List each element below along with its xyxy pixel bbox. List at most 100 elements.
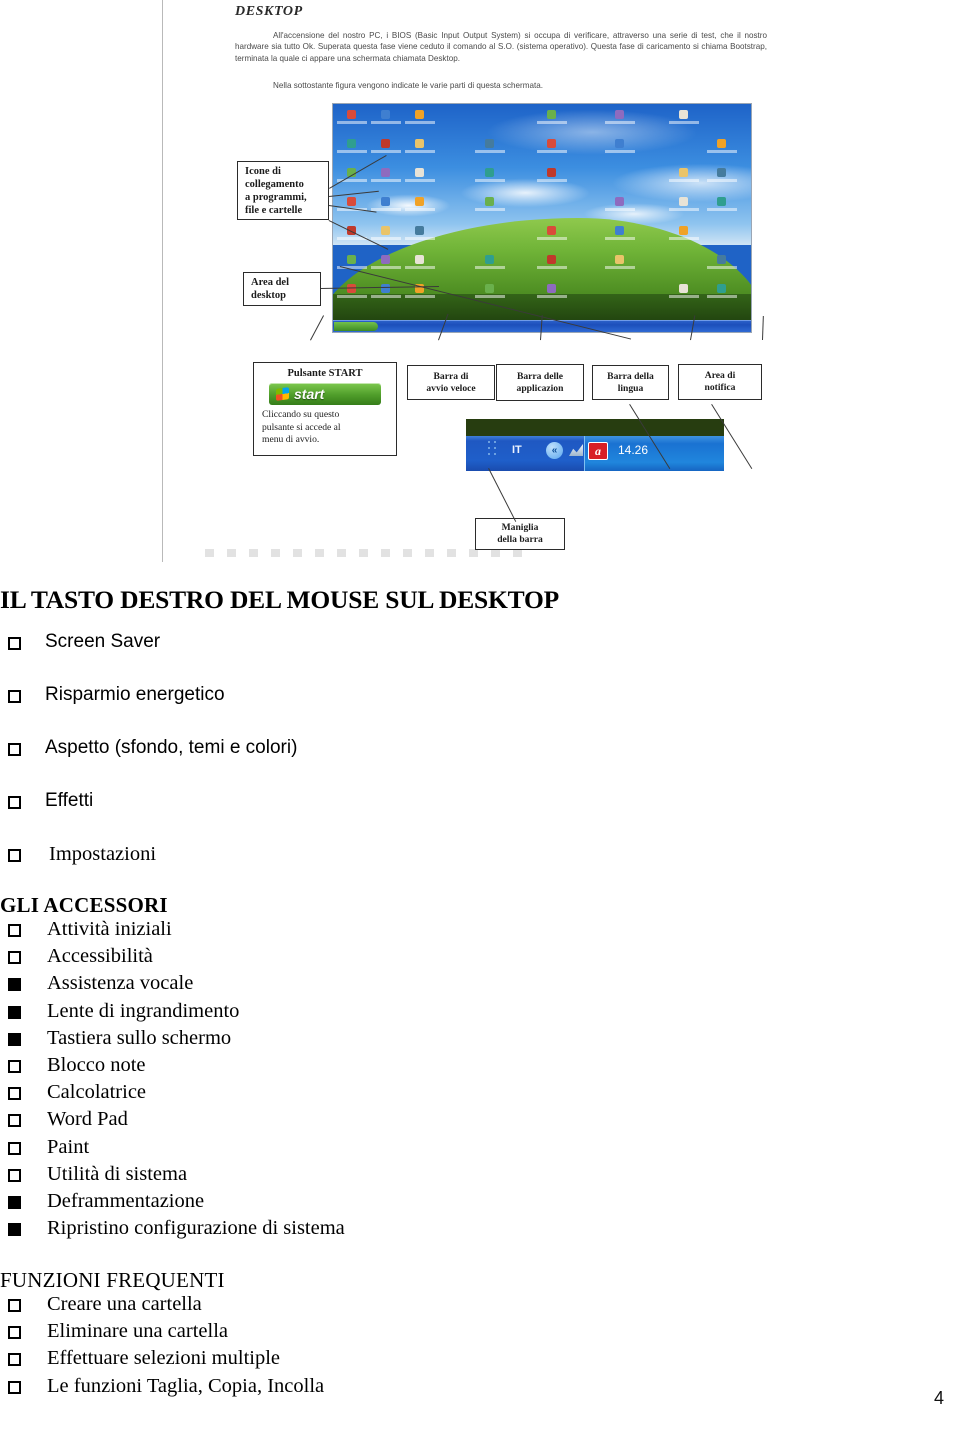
desktop-shortcut-label [707, 208, 737, 211]
desktop-shortcut-label [405, 121, 435, 124]
checkbox-empty-icon[interactable] [8, 1299, 21, 1312]
list-item-accessorio[interactable]: Attività iniziali [0, 919, 345, 946]
desktop-shortcut-label [537, 150, 567, 153]
list-item-label: Risparmio energetico [45, 684, 225, 705]
list-item-desktop-option[interactable]: Effetti [0, 791, 297, 844]
desktop-shortcut-label [405, 150, 435, 153]
checkbox-empty-icon[interactable] [8, 743, 21, 756]
checkbox-empty-icon[interactable] [8, 1326, 21, 1340]
list-item-label: Calcolatrice [47, 1081, 147, 1104]
callout-line: Area di [704, 370, 736, 381]
desktop-shortcut-label [475, 179, 505, 182]
list-item-funzione[interactable]: Creare una cartella [0, 1294, 324, 1321]
list-item-accessorio[interactable]: Accessibilità [0, 946, 345, 973]
desktop-shortcut-icon [415, 168, 424, 177]
list-item-desktop-option[interactable]: Risparmio energetico [0, 685, 297, 738]
desktop-shortcut-label [405, 266, 435, 269]
taskbar-grip-dot [488, 447, 490, 449]
list-item-label: Aspetto (sfondo, temi e colori) [45, 737, 298, 758]
checkbox-empty-icon[interactable] [8, 1141, 21, 1155]
list-item-funzione[interactable]: Le funzioni Taglia, Copia, Incolla [0, 1375, 324, 1403]
desktop-shortcut-icon [679, 226, 688, 235]
list-item-funzione[interactable]: Eliminare una cartella [0, 1321, 324, 1348]
callout-line: desktop [251, 290, 287, 301]
start-button-graphic: start [269, 383, 381, 405]
list-item-accessorio[interactable]: Assistenza vocale [0, 973, 345, 1000]
callout-barra-avvio-veloce: Barra di avvio veloce [407, 365, 495, 400]
desktop-shortcut-icon [347, 110, 356, 119]
desktop-shortcut-label [537, 121, 567, 124]
checkbox-empty-icon[interactable] [8, 796, 21, 809]
leader-line [488, 468, 517, 522]
system-clock: 14.26 [618, 443, 649, 457]
callout-line: a programmi, [245, 191, 307, 203]
checkbox-filled-icon[interactable] [8, 1223, 21, 1237]
desktop-shortcut-label [371, 121, 401, 124]
callout-line: Barra della [607, 370, 654, 382]
desktop-shortcut-icon [381, 168, 390, 177]
desktop-shortcut-icon [615, 197, 624, 206]
checkbox-empty-icon[interactable] [8, 690, 21, 703]
checkbox-empty-icon[interactable] [8, 1168, 21, 1182]
checkbox-empty-icon[interactable] [8, 951, 21, 965]
desktop-shortcut-label [707, 266, 737, 269]
callout-line: Maniglia [501, 522, 539, 533]
checkbox-filled-icon[interactable] [8, 1032, 21, 1046]
desktop-shortcut-label [669, 121, 699, 124]
desktop-shortcut-icon [381, 139, 390, 148]
desktop-shortcut-label [371, 179, 401, 182]
desktop-shortcut-label [605, 237, 635, 240]
checkbox-filled-icon[interactable] [8, 1195, 21, 1209]
checkbox-empty-icon[interactable] [8, 1380, 21, 1394]
callout-line: file e cartelle [245, 204, 303, 216]
list-item-accessorio[interactable]: Blocco note [0, 1054, 345, 1082]
checkbox-empty-icon[interactable] [8, 849, 21, 862]
desktop-shortcut-icon [717, 168, 726, 177]
list-item-desktop-option[interactable]: Impostazioni [0, 844, 297, 897]
list-item-accessorio[interactable]: Calcolatrice [0, 1082, 345, 1109]
list-item-desktop-option[interactable]: Aspetto (sfondo, temi e colori) [0, 738, 297, 791]
desktop-shortcut-icon [485, 168, 494, 177]
desktop-shortcut-icon [485, 197, 494, 206]
callout-pulsante-start: Pulsante START start Cliccando su questo… [253, 362, 397, 456]
list-item-accessorio[interactable]: Ripristino configurazione di sistema [0, 1218, 345, 1245]
list-item-label: Effetti [45, 790, 94, 811]
desktop-shortcut-icon [547, 110, 556, 119]
checkbox-filled-icon[interactable] [8, 978, 21, 992]
checkbox-empty-icon[interactable] [8, 924, 21, 937]
callout-line: menu di avvio. [262, 434, 320, 445]
checkbox-empty-icon[interactable] [8, 1353, 21, 1367]
desktop-shortcut-label [707, 179, 737, 182]
checklist-desktop-right-click: Screen Saver Risparmio energetico Aspetto … [0, 632, 297, 897]
desktop-shortcut-label [371, 295, 401, 298]
desktop-shortcut-icon [381, 226, 390, 235]
callout-maniglia-barra: Maniglia della barra [475, 518, 565, 550]
list-item-accessorio[interactable]: Tastiera sullo schermo [0, 1027, 345, 1055]
leader-line [762, 316, 764, 341]
antivirus-icon: a [588, 442, 608, 460]
list-item-label: Paint [47, 1135, 90, 1158]
taskbar-grip-dot [494, 441, 496, 443]
checkbox-empty-icon[interactable] [8, 637, 21, 650]
desktop-shortcut-label [475, 295, 505, 298]
list-item-accessorio[interactable]: Lente di ingrandimento [0, 1000, 345, 1028]
checkbox-empty-icon[interactable] [8, 1087, 21, 1101]
checkbox-filled-icon[interactable] [8, 1005, 21, 1019]
desktop-shortcut-icon [679, 168, 688, 177]
list-item-accessorio[interactable]: Utilità di sistema [0, 1163, 345, 1191]
desktop-shortcut-label [605, 266, 635, 269]
list-item-desktop-option[interactable]: Screen Saver [0, 632, 297, 685]
list-item-accessorio[interactable]: Paint [0, 1135, 345, 1164]
desktop-shortcut-label [669, 237, 699, 240]
callout-title: Pulsante START [287, 368, 363, 379]
leader-line [310, 315, 325, 341]
desktop-shortcut-label [405, 237, 435, 240]
list-item-accessorio[interactable]: Deframmentazione [0, 1190, 345, 1218]
list-item-funzione[interactable]: Effettuare selezioni multiple [0, 1348, 324, 1375]
list-item-label: Assistenza vocale [47, 972, 194, 995]
checkbox-empty-icon[interactable] [8, 1114, 21, 1128]
taskbar-grip-dot [488, 441, 490, 443]
checkbox-empty-icon[interactable] [8, 1059, 21, 1073]
desktop-shortcut-label [371, 266, 401, 269]
list-item-accessorio[interactable]: Word Pad [0, 1109, 345, 1136]
